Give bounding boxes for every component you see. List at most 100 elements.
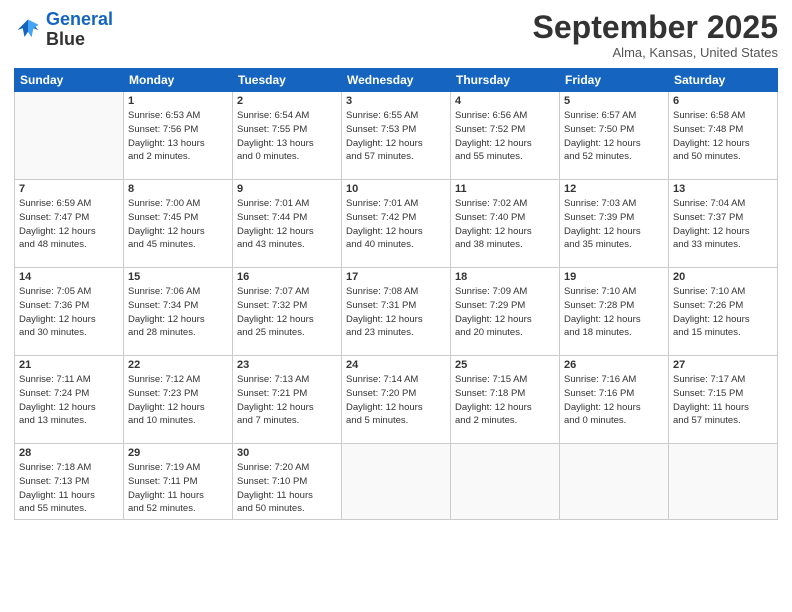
calendar-cell: 27Sunrise: 7:17 AMSunset: 7:15 PMDayligh… xyxy=(669,356,778,444)
calendar-cell: 26Sunrise: 7:16 AMSunset: 7:16 PMDayligh… xyxy=(560,356,669,444)
day-number: 19 xyxy=(564,271,664,283)
day-info-line: Daylight: 12 hours xyxy=(237,313,337,327)
day-info: Sunrise: 6:57 AMSunset: 7:50 PMDaylight:… xyxy=(564,109,664,164)
day-info: Sunrise: 6:58 AMSunset: 7:48 PMDaylight:… xyxy=(673,109,773,164)
calendar-cell: 28Sunrise: 7:18 AMSunset: 7:13 PMDayligh… xyxy=(15,444,124,520)
day-info-line: Daylight: 12 hours xyxy=(673,137,773,151)
day-info-line: and 0 minutes. xyxy=(564,414,664,428)
day-info: Sunrise: 6:53 AMSunset: 7:56 PMDaylight:… xyxy=(128,109,228,164)
day-info: Sunrise: 6:59 AMSunset: 7:47 PMDaylight:… xyxy=(19,197,119,252)
calendar-cell: 4Sunrise: 6:56 AMSunset: 7:52 PMDaylight… xyxy=(451,92,560,180)
calendar-cell: 16Sunrise: 7:07 AMSunset: 7:32 PMDayligh… xyxy=(233,268,342,356)
day-info-line: and 48 minutes. xyxy=(19,238,119,252)
day-number: 27 xyxy=(673,359,773,371)
day-info-line: Daylight: 12 hours xyxy=(346,401,446,415)
day-info-line: Sunset: 7:11 PM xyxy=(128,475,228,489)
calendar-cell xyxy=(451,444,560,520)
calendar-cell: 30 Sunrise: 7:20 AMSunset: 7:10 PMDayligh… xyxy=(233,444,342,520)
day-info-line: Daylight: 12 hours xyxy=(346,137,446,151)
calendar-cell: 12Sunrise: 7:03 AMSunset: 7:39 PMDayligh… xyxy=(560,180,669,268)
day-info-line: Daylight: 12 hours xyxy=(673,225,773,239)
day-info-line: Sunrise: 7:03 AM xyxy=(564,197,664,211)
day-info-line: and 25 minutes. xyxy=(237,326,337,340)
logo-icon xyxy=(14,16,42,44)
day-info-line: and 40 minutes. xyxy=(346,238,446,252)
day-info-line: Sunrise: 7:14 AM xyxy=(346,373,446,387)
day-info-line: Sunset: 7:50 PM xyxy=(564,123,664,137)
day-info-line: Sunset: 7:47 PM xyxy=(19,211,119,225)
day-info-line: Daylight: 12 hours xyxy=(455,313,555,327)
day-info-line: Sunset: 7:26 PM xyxy=(673,299,773,313)
day-info-line: and 55 minutes. xyxy=(455,150,555,164)
day-info-line: Sunset: 7:42 PM xyxy=(346,211,446,225)
day-number: 25 xyxy=(455,359,555,371)
calendar-table: SundayMondayTuesdayWednesdayThursdayFrid… xyxy=(14,68,778,520)
day-info: Sunrise: 7:10 AMSunset: 7:26 PMDaylight:… xyxy=(673,285,773,340)
title-block: September 2025 Alma, Kansas, United Stat… xyxy=(533,10,778,60)
day-info-line: Sunrise: 7:10 AM xyxy=(564,285,664,299)
day-number: 17 xyxy=(346,271,446,283)
day-info-line: Daylight: 12 hours xyxy=(128,401,228,415)
calendar-cell: 19 Sunrise: 7:10 AMSunset: 7:28 PMDayligh… xyxy=(560,268,669,356)
day-info-line: and 57 minutes. xyxy=(346,150,446,164)
day-info: Sunrise: 7:07 AMSunset: 7:32 PMDaylight:… xyxy=(237,285,337,340)
day-info: Sunrise: 6:56 AMSunset: 7:52 PMDaylight:… xyxy=(455,109,555,164)
day-info-line: Sunset: 7:45 PM xyxy=(128,211,228,225)
calendar-cell: 14Sunrise: 7:05 AMSunset: 7:36 PMDayligh… xyxy=(15,268,124,356)
day-number: 30 xyxy=(237,447,337,459)
day-info-line: Sunset: 7:37 PM xyxy=(673,211,773,225)
day-info-line: Sunrise: 7:09 AM xyxy=(455,285,555,299)
day-info-line: Daylight: 12 hours xyxy=(237,225,337,239)
day-number: 24 xyxy=(346,359,446,371)
day-info-line: Sunset: 7:36 PM xyxy=(19,299,119,313)
day-number: 13 xyxy=(673,183,773,195)
day-info-line: and 35 minutes. xyxy=(564,238,664,252)
day-number: 3 xyxy=(346,95,446,107)
calendar-cell: 21Sunrise: 7:11 AMSunset: 7:24 PMDayligh… xyxy=(15,356,124,444)
calendar-cell: 13Sunrise: 7:04 AMSunset: 7:37 PMDayligh… xyxy=(669,180,778,268)
calendar-cell: 2Sunrise: 6:54 AMSunset: 7:55 PMDaylight… xyxy=(233,92,342,180)
day-info-line: Sunset: 7:20 PM xyxy=(346,387,446,401)
day-info-line: Sunrise: 7:12 AM xyxy=(128,373,228,387)
calendar-cell: 6 Sunrise: 6:58 AMSunset: 7:48 PMDaylight… xyxy=(669,92,778,180)
day-info-line: and 43 minutes. xyxy=(237,238,337,252)
day-info-line: Sunset: 7:13 PM xyxy=(19,475,119,489)
day-info-line: Sunrise: 7:11 AM xyxy=(19,373,119,387)
day-info: Sunrise: 7:20 AMSunset: 7:10 PMDaylight:… xyxy=(237,461,337,516)
day-info-line: Daylight: 12 hours xyxy=(455,401,555,415)
day-number: 11 xyxy=(455,183,555,195)
day-info-line: Sunset: 7:15 PM xyxy=(673,387,773,401)
calendar-cell: 9Sunrise: 7:01 AMSunset: 7:44 PMDaylight… xyxy=(233,180,342,268)
day-info-line: Sunset: 7:44 PM xyxy=(237,211,337,225)
day-info-line: Sunset: 7:18 PM xyxy=(455,387,555,401)
day-info-line: Sunrise: 6:55 AM xyxy=(346,109,446,123)
day-info-line: and 2 minutes. xyxy=(455,414,555,428)
day-info-line: Sunrise: 7:00 AM xyxy=(128,197,228,211)
day-info: Sunrise: 7:10 AMSunset: 7:28 PMDaylight:… xyxy=(564,285,664,340)
day-info-line: Sunrise: 7:20 AM xyxy=(237,461,337,475)
day-info-line: Sunset: 7:40 PM xyxy=(455,211,555,225)
day-info-line: Sunrise: 7:19 AM xyxy=(128,461,228,475)
day-info: Sunrise: 7:08 AMSunset: 7:31 PMDaylight:… xyxy=(346,285,446,340)
day-info-line: Daylight: 11 hours xyxy=(19,489,119,503)
weekday-header-thursday: Thursday xyxy=(451,69,560,92)
day-info-line: Daylight: 12 hours xyxy=(237,401,337,415)
day-info: Sunrise: 7:01 AMSunset: 7:44 PMDaylight:… xyxy=(237,197,337,252)
day-number: 8 xyxy=(128,183,228,195)
weekday-header-row: SundayMondayTuesdayWednesdayThursdayFrid… xyxy=(15,69,778,92)
day-info-line: Sunrise: 6:58 AM xyxy=(673,109,773,123)
day-number: 6 xyxy=(673,95,773,107)
day-info-line: Sunset: 7:53 PM xyxy=(346,123,446,137)
day-info-line: Daylight: 12 hours xyxy=(128,225,228,239)
day-info-line: Daylight: 12 hours xyxy=(564,313,664,327)
logo: General Blue xyxy=(14,10,113,50)
calendar-cell: 1Sunrise: 6:53 AMSunset: 7:56 PMDaylight… xyxy=(124,92,233,180)
day-number: 22 xyxy=(128,359,228,371)
day-info-line: Daylight: 12 hours xyxy=(19,225,119,239)
day-info-line: Daylight: 12 hours xyxy=(346,225,446,239)
day-info: Sunrise: 7:09 AMSunset: 7:29 PMDaylight:… xyxy=(455,285,555,340)
day-info-line: and 15 minutes. xyxy=(673,326,773,340)
day-number: 29 xyxy=(128,447,228,459)
calendar-cell: 24 Sunrise: 7:14 AMSunset: 7:20 PMDayligh… xyxy=(342,356,451,444)
calendar-cell: 22Sunrise: 7:12 AMSunset: 7:23 PMDayligh… xyxy=(124,356,233,444)
